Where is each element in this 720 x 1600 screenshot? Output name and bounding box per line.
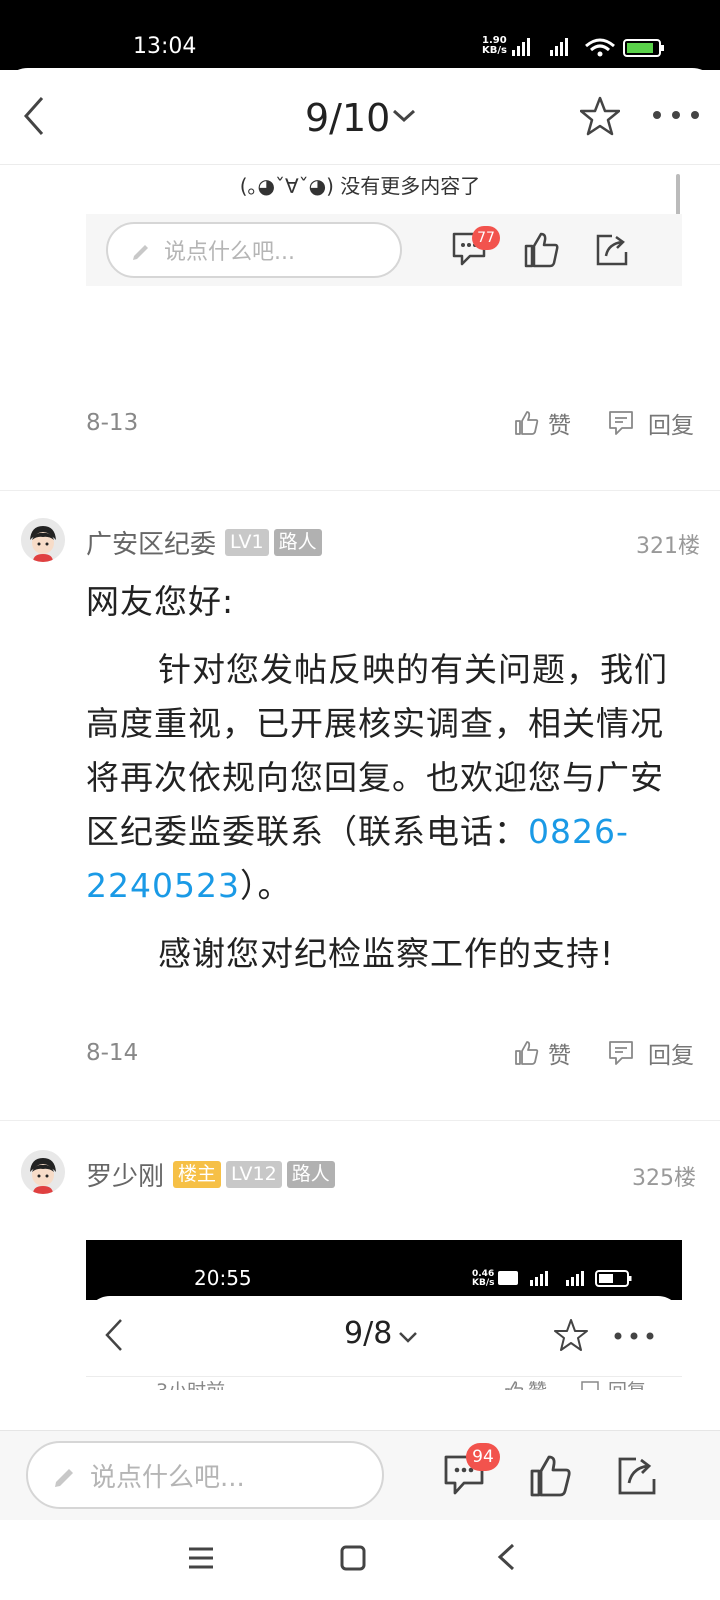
status-time: 13:04: [133, 34, 197, 59]
star-icon[interactable]: [580, 96, 620, 136]
post-divider: [0, 1120, 720, 1121]
home-icon[interactable]: [339, 1544, 367, 1572]
avatar-icon: [21, 1150, 65, 1194]
role-tag: 路人: [286, 1161, 335, 1188]
post-image[interactable]: 20:55 0.46 KB/s 9/8 3小时前: [86, 1240, 682, 1390]
author-info: 罗少刚 楼主 LV12 路人: [86, 1156, 335, 1193]
like-button[interactable]: 赞: [514, 1036, 571, 1070]
back-arrow-icon: [105, 1319, 122, 1351]
comment-input[interactable]: 说点什么吧...: [26, 1441, 384, 1509]
share-icon: [596, 234, 628, 266]
thumbs-up-icon: [505, 1380, 524, 1390]
more-options-icon: [614, 1332, 654, 1340]
greeting-text: 网友您好:: [86, 582, 235, 621]
end-of-content-message: (｡◕ˇ∀ˇ◕) 没有更多内容了: [239, 174, 481, 198]
embedded-comment-bar: 说点什么吧... 77: [86, 214, 682, 286]
image-status-time: 20:55: [194, 1266, 252, 1290]
comment-count-badge: 94: [466, 1443, 500, 1471]
image-status-bar: 20:55 0.46 KB/s: [86, 1240, 682, 1300]
author-name[interactable]: 广安区纪委: [86, 524, 216, 561]
author-info: 广安区纪委 LV1 路人: [86, 524, 322, 561]
more-options-icon[interactable]: [652, 110, 700, 120]
menu-icon[interactable]: [187, 1546, 215, 1570]
system-navigation-bar: [0, 1520, 720, 1600]
post-date: 8-13: [86, 410, 139, 436]
avatar-icon: [21, 518, 65, 562]
author-name[interactable]: 罗少刚: [86, 1156, 164, 1193]
post-date: 8-14: [86, 1040, 139, 1066]
star-icon: [554, 1319, 588, 1351]
reply-button[interactable]: 回复: [608, 1036, 694, 1070]
thumbs-up-icon: [524, 232, 559, 268]
thumbs-up-icon[interactable]: [528, 1453, 574, 1499]
reply-icon: [609, 1041, 633, 1065]
embedded-comment-input: 说点什么吧...: [106, 222, 402, 278]
back-icon[interactable]: [496, 1542, 516, 1572]
image-reply: 回复: [580, 1376, 646, 1390]
image-page-indicator: 9/8: [344, 1316, 393, 1351]
pencil-icon: [133, 245, 148, 260]
post-body: 针对您发帖反映的有关问题，我们高度重视，已开展核实调查，相关情况将再次依规向您回…: [86, 650, 668, 905]
floor-number: 321楼: [636, 534, 700, 559]
role-tag: 路人: [273, 529, 322, 556]
image-header: 9/8: [86, 1296, 682, 1377]
back-arrow-icon[interactable]: [22, 96, 46, 136]
post-divider: [0, 490, 720, 491]
net-speed: 1.90 KB/s: [482, 35, 507, 56]
level-tag: LV1: [225, 529, 269, 556]
pencil-icon: [55, 1469, 73, 1487]
closing-text: 感谢您对纪检监察工作的支持!: [158, 934, 615, 973]
chevron-down-icon[interactable]: [392, 108, 416, 124]
page-indicator[interactable]: 9/10: [305, 96, 390, 140]
owner-tag: 楼主: [173, 1161, 222, 1188]
image-meta-time: 3小时前: [156, 1376, 225, 1390]
reply-button[interactable]: 回复: [608, 406, 694, 440]
signal-wifi-battery-icon: [512, 38, 664, 57]
share-icon[interactable]: [614, 1453, 660, 1499]
level-tag: LV12: [226, 1161, 282, 1188]
avatar[interactable]: [21, 1150, 65, 1194]
reply-icon: [609, 411, 633, 435]
avatar[interactable]: [21, 518, 65, 562]
comment-count-badge: 77: [472, 226, 500, 250]
scrollbar: [676, 174, 680, 216]
image-net-speed: 0.46 KB/s: [472, 1269, 495, 1288]
floor-number: 325楼: [632, 1166, 696, 1191]
post-content: 网友您好: 针对您发帖反映的有关问题，我们高度重视，已开展核实调查，相关情况将再…: [86, 575, 676, 981]
top-navigation-bar: 9/10: [0, 68, 720, 165]
signal-battery-icon: [498, 1270, 632, 1287]
thumbs-up-icon: [515, 1041, 539, 1065]
image-like: 赞: [504, 1376, 547, 1390]
status-bar: 13:04 1.90 KB/s: [0, 0, 720, 70]
reply-icon: [581, 1380, 599, 1390]
chevron-down-icon: [399, 1332, 417, 1343]
thumbs-up-icon: [515, 411, 539, 435]
like-button[interactable]: 赞: [514, 406, 571, 440]
bottom-action-bar: 说点什么吧... 94: [0, 1430, 720, 1521]
